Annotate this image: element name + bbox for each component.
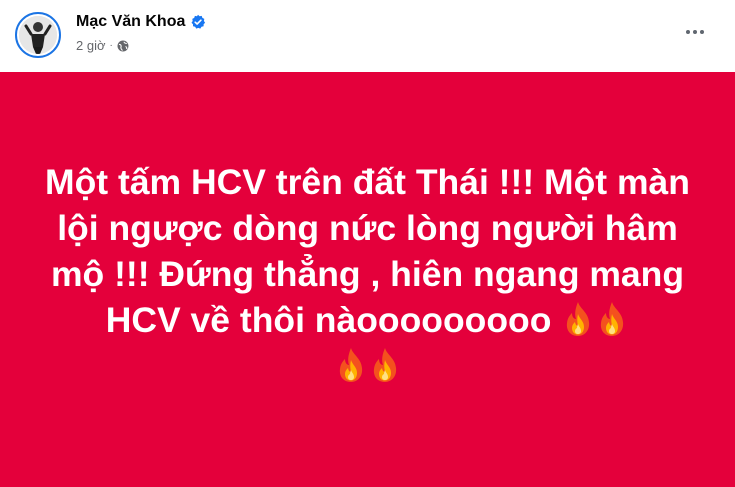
fire-emoji-group <box>561 297 629 343</box>
fire-icon <box>561 300 595 338</box>
fire-icon <box>595 300 629 338</box>
more-dot <box>693 30 697 34</box>
more-options-button[interactable] <box>677 17 713 47</box>
meta-separator: · <box>109 40 113 51</box>
fire-icon <box>368 346 402 384</box>
post-header: Mạc Văn Khoa 2 giờ · <box>0 0 735 72</box>
author-line: Mạc Văn Khoa <box>76 13 206 31</box>
post-body: Một tấm HCV trên đất Thái !!! Một màn lộ… <box>0 72 735 487</box>
more-dot <box>700 30 704 34</box>
avatar-photo <box>19 16 57 54</box>
fire-emoji-group <box>334 343 402 389</box>
globe-icon[interactable] <box>117 40 129 52</box>
post-text: Một tấm HCV trên đất Thái !!! Một màn lộ… <box>38 159 698 389</box>
author-avatar[interactable] <box>15 12 61 58</box>
verified-badge-icon <box>190 14 206 30</box>
more-horizontal-icon <box>686 30 690 34</box>
post-timestamp[interactable]: 2 giờ <box>76 38 106 53</box>
post-meta: 2 giờ · <box>76 38 129 53</box>
author-name[interactable]: Mạc Văn Khoa <box>76 13 185 31</box>
fire-icon <box>334 346 368 384</box>
